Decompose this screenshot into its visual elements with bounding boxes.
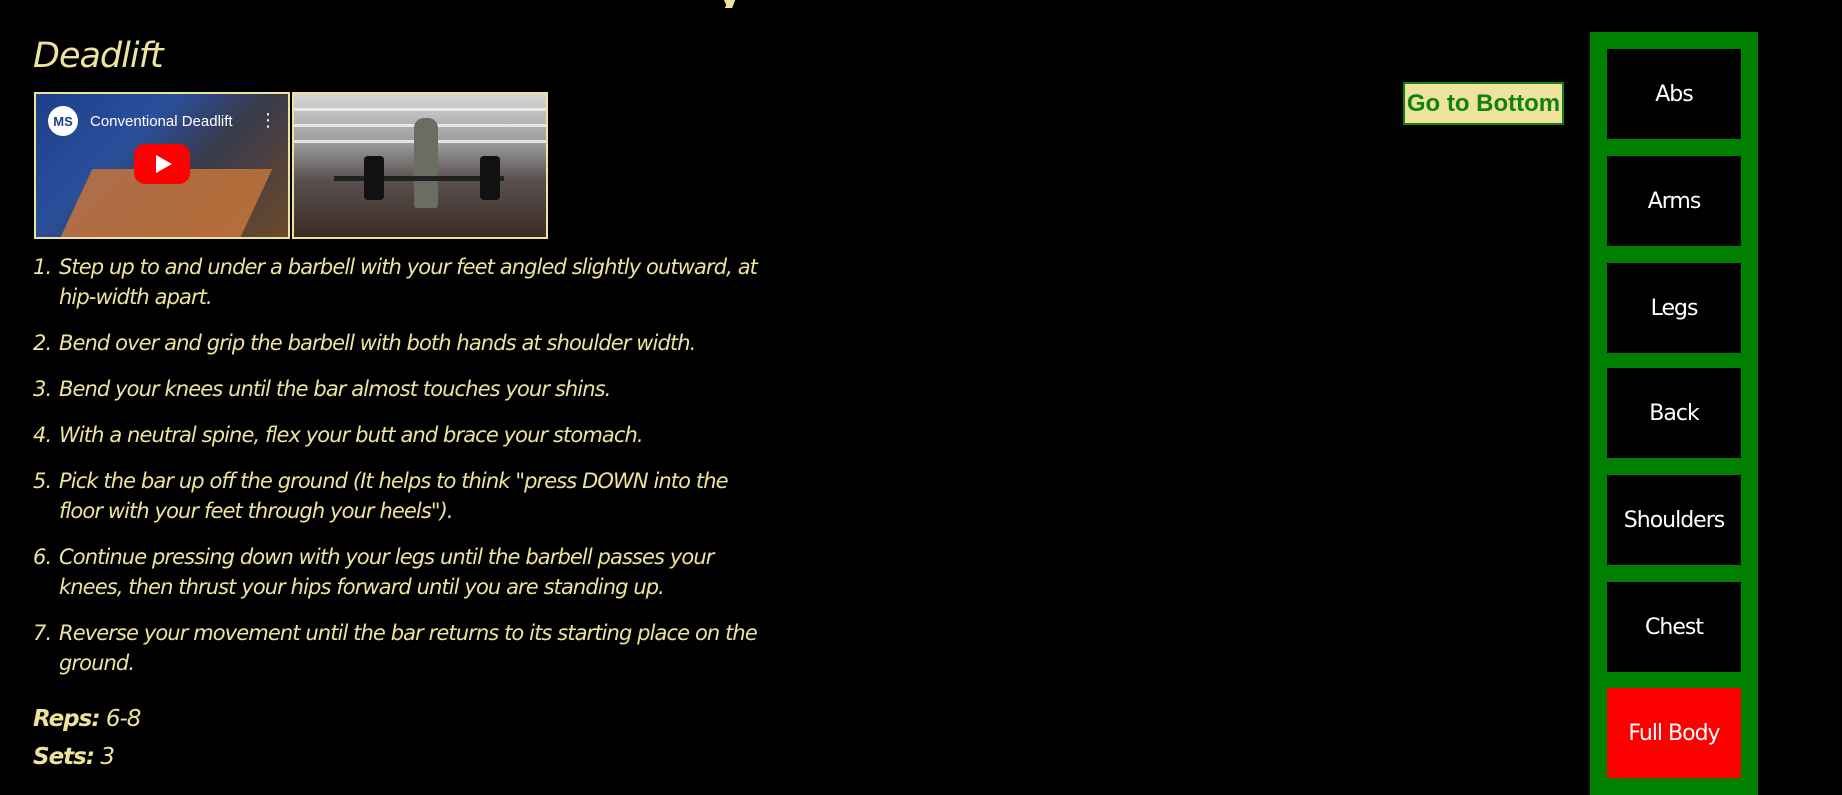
sidebar-item-shoulders[interactable]: Shoulders (1607, 475, 1741, 565)
step-text: Continue pressing down with your legs un… (59, 545, 714, 599)
step-number: 4. (33, 423, 52, 447)
video-menu-icon[interactable]: ⋮ (258, 110, 278, 132)
barbell (334, 176, 504, 181)
step-number: 7. (33, 621, 52, 645)
muscle-group-sidebar: Abs Arms Legs Back Shoulders Chest Full … (1590, 32, 1758, 795)
sets-label: Sets: (33, 744, 95, 770)
sidebar-item-legs[interactable]: Legs (1607, 263, 1741, 353)
sidebar-item-back[interactable]: Back (1607, 368, 1741, 458)
page-heading-fragment: y (715, 0, 744, 8)
step-number: 6. (33, 545, 52, 569)
lifter-figure (414, 118, 438, 208)
barbell-plate (480, 156, 500, 200)
sidebar-item-full-body[interactable]: Full Body (1607, 688, 1741, 778)
instruction-step: 1. Step up to and under a barbell with y… (33, 252, 763, 312)
reps-line: Reps: 6-8 (33, 706, 142, 732)
step-text: With a neutral spine, flex your butt and… (59, 423, 644, 447)
sidebar-item-chest[interactable]: Chest (1607, 582, 1741, 672)
barbell-plate (364, 156, 384, 200)
step-text: Bend over and grip the barbell with both… (59, 331, 696, 355)
reps-value: 6-8 (105, 706, 142, 732)
ceiling-beam (294, 108, 546, 111)
step-number: 2. (33, 331, 52, 355)
instruction-step: 2. Bend over and grip the barbell with b… (33, 328, 763, 358)
step-text: Pick the bar up off the ground (It helps… (59, 469, 729, 523)
reps-label: Reps: (33, 706, 101, 732)
instruction-step: 3. Bend your knees until the bar almost … (33, 374, 763, 404)
step-text: Bend your knees until the bar almost tou… (59, 377, 611, 401)
sidebar-item-arms[interactable]: Arms (1607, 156, 1741, 246)
video-title[interactable]: Conventional Deadlift (90, 113, 233, 130)
channel-logo-icon[interactable]: MS (48, 106, 78, 136)
sets-value: 3 (100, 744, 115, 770)
instruction-step: 4. With a neutral spine, flex your butt … (33, 420, 763, 450)
exercise-title: Deadlift (33, 36, 164, 76)
go-to-bottom-button[interactable]: Go to Bottom (1403, 82, 1564, 125)
instruction-step: 7. Reverse your movement until the bar r… (33, 618, 763, 678)
sets-line: Sets: 3 (33, 744, 115, 770)
sidebar-item-abs[interactable]: Abs (1607, 49, 1741, 139)
exercise-media: MS Conventional Deadlift ⋮ (34, 92, 548, 239)
instruction-step: 5. Pick the bar up off the ground (It he… (33, 466, 763, 526)
deadlift-demo-image (292, 92, 548, 239)
play-button-icon[interactable] (134, 144, 190, 184)
youtube-video-embed[interactable]: MS Conventional Deadlift ⋮ (34, 92, 290, 239)
instruction-step: 6. Continue pressing down with your legs… (33, 542, 763, 602)
step-text: Reverse your movement until the bar retu… (59, 621, 758, 675)
step-number: 1. (33, 255, 52, 279)
step-number: 3. (33, 377, 52, 401)
step-number: 5. (33, 469, 52, 493)
instruction-list: 1. Step up to and under a barbell with y… (33, 252, 763, 694)
step-text: Step up to and under a barbell with your… (59, 255, 758, 309)
page-heading-clipped: y (0, 0, 1400, 8)
